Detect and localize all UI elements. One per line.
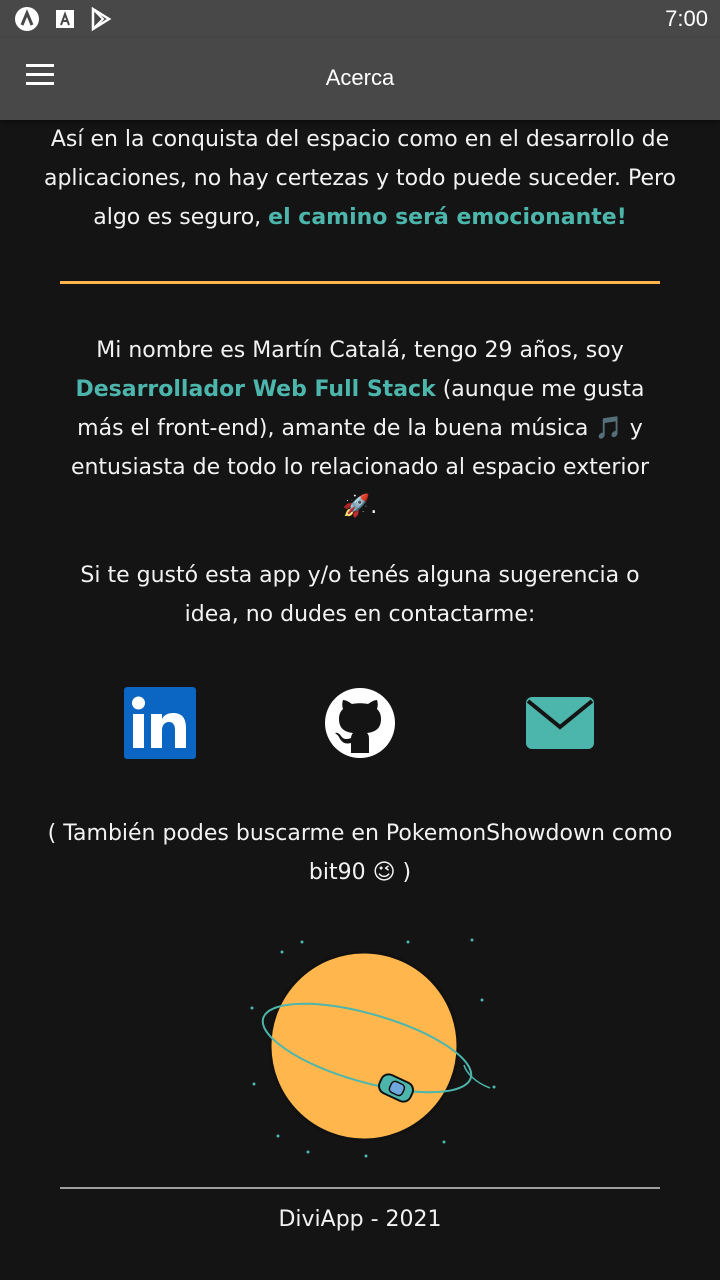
font-icon <box>56 10 74 28</box>
about-text-1: Mi nombre es Martín Catalá, tengo 29 año… <box>96 338 624 363</box>
wink-emoji-icon: 😉 <box>372 860 396 885</box>
status-bar: 7:00 <box>0 0 720 38</box>
app-bar: Acerca <box>0 38 720 120</box>
contact-paragraph: Si te gustó esta app y/o tenés alguna su… <box>80 563 640 627</box>
intro-paragraph: Así en la conquista del espacio como en … <box>40 120 680 237</box>
rocket-emoji-icon: 🚀 <box>342 494 371 519</box>
about-paragraph: Mi nombre es Martín Catalá, tengo 29 año… <box>70 331 650 526</box>
footer-divider <box>60 1187 660 1189</box>
github-icon[interactable] <box>324 687 396 759</box>
about-text-end: . <box>370 494 378 519</box>
play-store-icon <box>91 6 112 32</box>
music-emoji-icon: 🎵 <box>595 416 623 441</box>
footer-text: DiviApp - 2021 <box>278 1207 442 1232</box>
showdown-paragraph: ( También podes buscarme en PokemonShowd… <box>40 814 680 892</box>
mail-icon[interactable] <box>524 687 596 759</box>
planet-astronaut-illustration <box>250 938 496 1158</box>
clock: 7:00 <box>665 6 708 31</box>
intro-highlight: el camino será emocionante! <box>268 205 627 230</box>
app-icon <box>15 7 39 31</box>
orange-divider <box>60 281 660 284</box>
page-title: Acerca <box>325 65 395 90</box>
linkedin-icon[interactable] <box>124 687 196 759</box>
showdown-end: ) <box>395 860 412 885</box>
showdown-text: ( También podes buscarme en PokemonShowd… <box>47 821 673 885</box>
role-highlight: Desarrollador Web Full Stack <box>75 377 436 402</box>
